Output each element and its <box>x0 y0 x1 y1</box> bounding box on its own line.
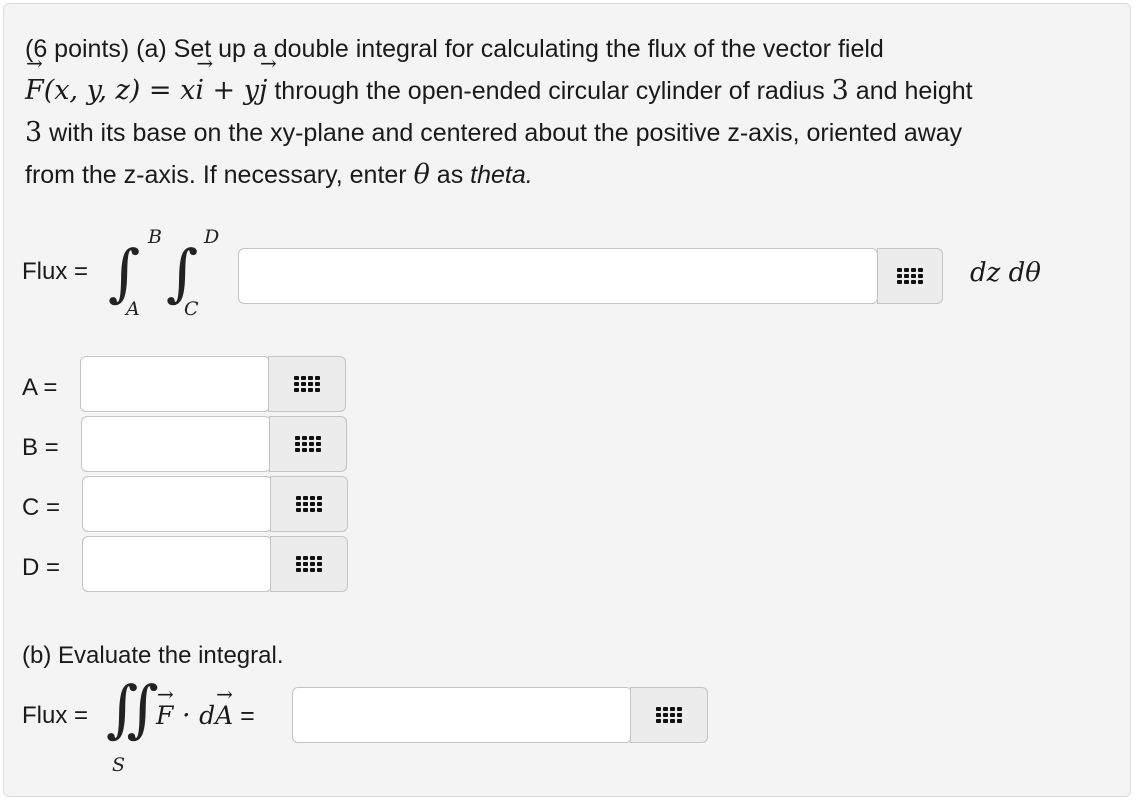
problem-statement: (6 points) (a) Set up a double integral … <box>25 28 1115 196</box>
inner-upper-limit: D <box>204 226 220 248</box>
part-b-prompt: (b) Evaluate the integral. <box>22 642 284 669</box>
problem-line-2: F → (x, y, z) = xi → + yj → through the open… <box>25 51 973 106</box>
vector-field-expression: F → (x, y, z) = xi → + yj → <box>25 51 277 106</box>
flux-b-label: Flux = <box>22 702 89 729</box>
keypad-grid-icon <box>656 707 682 723</box>
bound-d-label: D = <box>22 554 61 581</box>
double-integral-notation: ∫ B A ∫ D C <box>104 226 234 326</box>
bound-c-keypad-button[interactable] <box>270 476 348 532</box>
bound-d-input[interactable] <box>82 536 272 592</box>
keypad-grid-icon <box>295 436 321 452</box>
surface-integral-symbol: ∬ <box>106 672 159 745</box>
height-value: 3 <box>25 117 43 148</box>
keypad-grid-icon <box>296 556 322 572</box>
bound-a-label: A = <box>22 374 58 401</box>
integrand-expression: F → · dA → = <box>156 682 255 731</box>
problem-line-4: from the z-axis. If necessary, enter θ a… <box>25 159 533 190</box>
keypad-grid-icon <box>296 496 322 512</box>
flux-integrand-keypad-button[interactable] <box>877 248 943 304</box>
inner-lower-limit: C <box>184 298 199 320</box>
bound-c-label: C = <box>22 494 61 521</box>
differential-label: dz dθ <box>970 258 1041 288</box>
flux-result-keypad-button[interactable] <box>630 687 708 743</box>
flux-result-input[interactable] <box>292 687 632 743</box>
bound-a-keypad-button[interactable] <box>268 356 346 412</box>
radius-value: 3 <box>831 75 849 106</box>
bound-b-input[interactable] <box>81 416 271 472</box>
problem-card: (6 points) (a) Set up a double integral … <box>3 3 1131 797</box>
inner-integral-symbol: ∫ <box>166 236 199 309</box>
flux-integrand-input[interactable] <box>238 248 878 304</box>
problem-line-3: 3 with its base on the xy-plane and cent… <box>25 117 963 148</box>
outer-integral-symbol: ∫ <box>108 236 141 309</box>
problem-line-1: (6 points) (a) Set up a double integral … <box>25 35 884 63</box>
theta-symbol: θ <box>413 159 430 190</box>
keypad-grid-icon <box>294 376 320 392</box>
bound-b-label: B = <box>22 434 59 461</box>
outer-lower-limit: A <box>126 298 140 320</box>
bound-a-input[interactable] <box>80 356 270 412</box>
outer-upper-limit: B <box>148 226 162 248</box>
bound-c-input[interactable] <box>82 476 272 532</box>
bound-b-keypad-button[interactable] <box>269 416 347 472</box>
bound-d-keypad-button[interactable] <box>270 536 348 592</box>
keypad-grid-icon <box>897 268 923 284</box>
surface-label: S <box>112 754 126 776</box>
flux-a-label: Flux = <box>22 258 89 285</box>
